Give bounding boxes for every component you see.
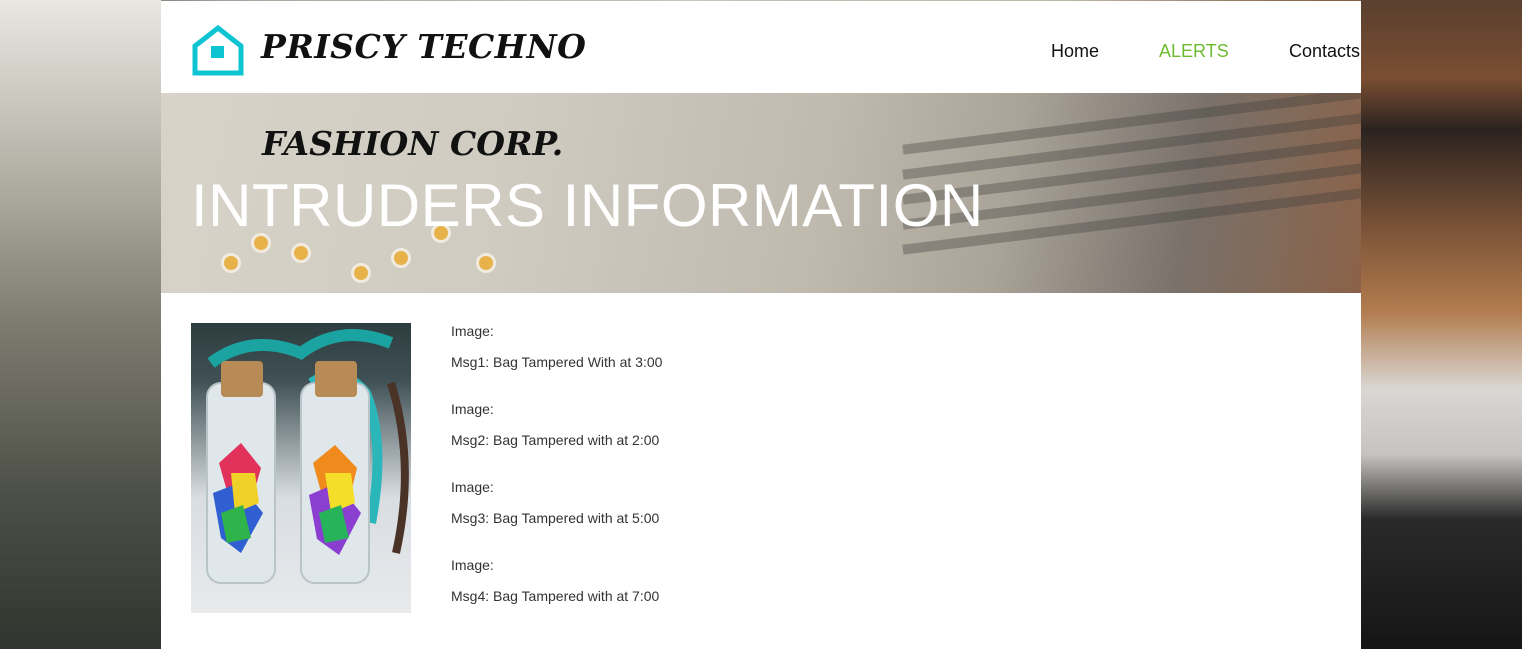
page-title: INTRUDERS INFORMATION [191, 172, 984, 239]
alert-image-label: Image: [451, 401, 494, 417]
background-right [1361, 0, 1522, 649]
background-left [0, 0, 161, 649]
nav-contacts[interactable]: Contacts [1289, 41, 1360, 62]
main-nav: Home ALERTS Contacts [941, 41, 1361, 63]
nav-alerts[interactable]: ALERTS [1159, 41, 1229, 62]
alert-message: Msg1: Bag Tampered With at 3:00 [451, 354, 663, 370]
alert-image-label: Image: [451, 323, 494, 339]
alert-image-label: Image: [451, 479, 494, 495]
alert-item: Image: Msg3: Bag Tampered with at 5:00 [451, 479, 1051, 531]
alert-item: Image: Msg2: Bag Tampered with at 2:00 [451, 401, 1051, 453]
nav-home[interactable]: Home [1051, 41, 1099, 62]
alert-message: Msg2: Bag Tampered with at 2:00 [451, 432, 660, 448]
home-icon[interactable] [191, 24, 245, 76]
intruder-photo [191, 323, 411, 613]
alert-message: Msg3: Bag Tampered with at 5:00 [451, 510, 660, 526]
hero-subtitle: FASHION CORP. [262, 124, 564, 163]
alert-message: Msg4: Bag Tampered with at 7:00 [451, 588, 660, 604]
flower [351, 263, 371, 283]
flower [221, 253, 241, 273]
alert-item: Image: Msg1: Bag Tampered With at 3:00 [451, 323, 1051, 375]
alert-item: Image: Msg4: Bag Tampered with at 7:00 [451, 557, 1051, 609]
alert-image-label: Image: [451, 557, 494, 573]
site-header: PRISCY TECHNO Home ALERTS Contacts [161, 1, 1361, 93]
alerts-panel: Image: Msg1: Bag Tampered With at 3:00 I… [161, 293, 1361, 649]
alert-list: Image: Msg1: Bag Tampered With at 3:00 I… [451, 323, 1051, 635]
flower [391, 248, 411, 268]
flower [291, 243, 311, 263]
brand-name[interactable]: PRISCY TECHNO [261, 27, 586, 66]
flower [476, 253, 496, 273]
